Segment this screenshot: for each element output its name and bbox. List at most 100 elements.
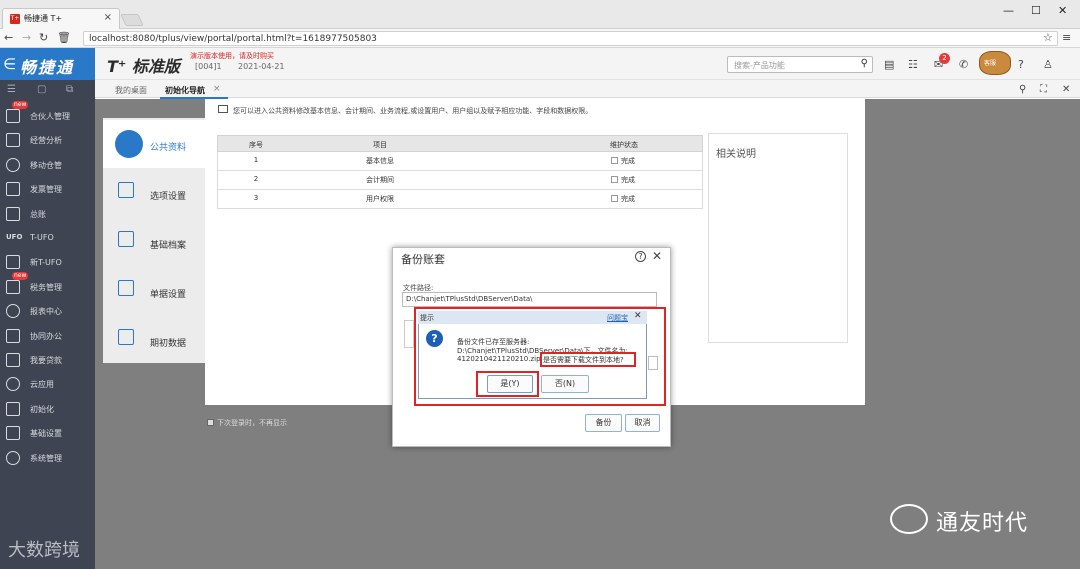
phone-icon[interactable]: ✆ [959, 58, 968, 71]
sidebar-item-collab[interactable]: 协同办公 [0, 326, 95, 348]
dialog-help-icon[interactable]: ? [635, 251, 646, 262]
bookmark-star-icon[interactable]: ☆ [1043, 31, 1053, 44]
new-ufo-icon [6, 255, 20, 270]
mobile-warehouse-icon [6, 157, 20, 172]
table-header: 序号 项目 维护状态 [217, 135, 703, 152]
watermark-left: 大数跨境 [8, 540, 80, 561]
tab-close-icon[interactable]: × [104, 12, 112, 23]
window-close-icon[interactable]: ✕ [1058, 4, 1067, 17]
table-row[interactable]: 1 基本信息 完成 [217, 152, 703, 171]
col-status-header: 维护状态 [610, 141, 638, 149]
new-badge: new [12, 271, 29, 280]
sidebar-item-cloud[interactable]: 云应用 [0, 374, 95, 396]
save-icon[interactable]: ▤ [884, 58, 894, 71]
table-row[interactable]: 3 用户权限 完成 [217, 190, 703, 209]
partner-icon [6, 109, 20, 123]
sidebar-item-label: 基础设置 [30, 429, 62, 439]
loan-icon [6, 353, 20, 367]
edition-logo: T⁺ 标准版 [107, 57, 180, 76]
forward-icon[interactable]: → [22, 31, 31, 44]
row-status: 完成 [621, 157, 635, 165]
tab-close-icon[interactable]: × [213, 84, 221, 94]
sidebar-item-label: 新T-UFO [30, 258, 62, 268]
account-code: [004]1 [195, 62, 222, 71]
user-icon[interactable]: ♙ [1043, 58, 1053, 71]
sidebar-item-label: 报表中心 [30, 307, 62, 317]
highlight-question-box [540, 352, 636, 367]
init-step[interactable]: 选项设置 [103, 169, 205, 217]
sidebar-item-analysis[interactable]: 经营分析 [0, 130, 95, 152]
reload-icon[interactable]: ↻ [39, 31, 48, 44]
row-no: 1 [253, 156, 259, 164]
sidebar-item-partner[interactable]: 合伙人管理 new [0, 101, 95, 128]
fullscreen-icon[interactable]: ⛶ [1040, 84, 1047, 95]
status-checkbox[interactable] [611, 195, 618, 202]
sidebar-item-basic-settings[interactable]: 基础设置 [0, 423, 95, 445]
help-icon[interactable]: ? [1018, 58, 1024, 71]
table-row[interactable]: 2 会计期间 完成 [217, 171, 703, 190]
menu-icon[interactable]: ≡ [1062, 31, 1071, 44]
close-all-icon[interactable]: ✕ [1062, 84, 1070, 95]
step-icon [118, 329, 134, 345]
dialog-title: 备份账套 [401, 253, 445, 266]
cancel-button[interactable]: 取消 [625, 414, 660, 432]
report-icon [6, 304, 20, 319]
init-step[interactable]: 公共资料 [103, 120, 205, 168]
status-checkbox[interactable] [611, 176, 618, 183]
back-icon[interactable]: ← [4, 31, 13, 44]
mascot-label: 客服 [984, 60, 997, 67]
collapse-arrow-icon[interactable]: ∈ [3, 55, 16, 73]
address-bar[interactable]: localhost:8080/tplus/view/portal/portal.… [83, 31, 1058, 46]
sidebar-menu-icon[interactable]: ☰ [7, 84, 16, 95]
backup-button[interactable]: 备份 [585, 414, 622, 432]
sidebar-item-label: 云应用 [30, 380, 54, 390]
row-item: 基本信息 [366, 157, 394, 165]
ledger-icon [6, 206, 20, 221]
sidebar-item-mobile-warehouse[interactable]: 移动仓管 [0, 155, 95, 177]
new-tab-button[interactable] [120, 14, 144, 26]
init-step[interactable]: 基础档案 [103, 218, 205, 266]
related-notes-title: 相关说明 [716, 149, 756, 160]
trash-icon[interactable]: 🗑 [57, 31, 71, 44]
sidebar-open-icon[interactable]: ⧉ [66, 84, 73, 95]
sidebar-item-loan[interactable]: 我要贷款 [0, 350, 95, 372]
tax-icon [6, 279, 20, 294]
sidebar-item-report[interactable]: 报表中心 [0, 301, 95, 323]
product-search-input[interactable]: 搜索-产品功能 ⚲ [727, 56, 873, 73]
path-value: D:\Chanjet\TPlusStd\DBServer\Data\ [406, 295, 533, 303]
sidebar-item-ufo[interactable]: UFO T-UFO [0, 228, 95, 250]
search-icon[interactable]: ⚲ [1019, 84, 1026, 95]
new-badge: new [12, 101, 29, 109]
dialog-inner-field [404, 320, 414, 348]
sidebar-item-tax[interactable]: 税务管理 new [0, 271, 95, 299]
search-icon[interactable]: ⚲ [861, 58, 868, 69]
sidebar-item-label: 初始化 [30, 404, 54, 414]
sidebar-doc-icon[interactable]: ▢ [37, 84, 46, 95]
brand-logo: 畅捷通 [20, 58, 75, 77]
init-step[interactable]: 期初数据 [103, 316, 205, 364]
tplus-favicon-icon: T+ [10, 14, 20, 24]
basic-settings-icon [6, 426, 20, 441]
analysis-icon [6, 133, 20, 148]
sidebar-item-label: 移动仓管 [30, 160, 62, 170]
maximize-icon[interactable]: ☐ [1031, 4, 1041, 17]
sidebar-item-ledger[interactable]: 总账 [0, 204, 95, 226]
dont-show-checkbox[interactable] [207, 419, 214, 426]
status-checkbox[interactable] [611, 157, 618, 164]
demo-notice[interactable]: 演示版本使用，请及时购买 [190, 51, 274, 61]
dialog-close-icon[interactable]: ✕ [652, 249, 662, 263]
sidebar-item-invoice[interactable]: 发票管理 [0, 179, 95, 201]
minimize-icon[interactable]: — [1003, 4, 1014, 17]
sidebar-item-label: 系统管理 [30, 453, 62, 463]
col-item-header: 项目 [373, 141, 387, 149]
wechat-watermark-icon [890, 504, 928, 534]
tab-my-desktop[interactable]: 我的桌面 [115, 85, 147, 96]
sidebar-item-system[interactable]: 系统管理 [0, 448, 95, 470]
row-item: 用户权限 [366, 195, 394, 203]
task-list-icon[interactable]: ☷ [908, 58, 918, 71]
sidebar-item-init[interactable]: 初始化 [0, 399, 95, 421]
browser-tab[interactable]: T+ 畅捷通 T+ × [2, 8, 120, 29]
tab-init-nav[interactable]: 初始化导航 [165, 85, 205, 96]
sidebar-item-label: 合伙人管理 [30, 112, 70, 121]
init-step[interactable]: 单据设置 [103, 267, 205, 315]
